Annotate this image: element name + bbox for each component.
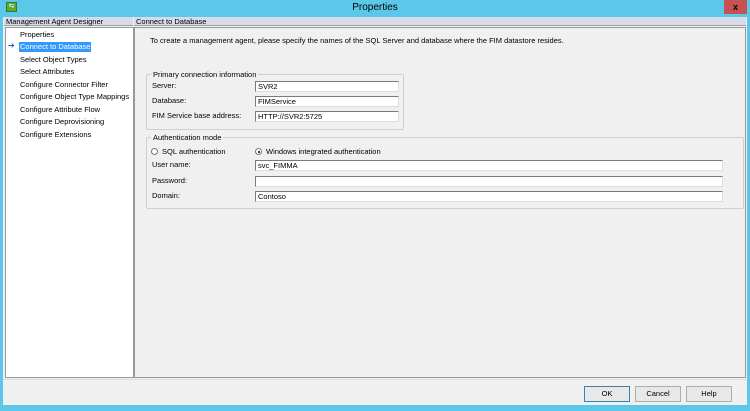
radio-selected-icon[interactable] — [255, 148, 262, 155]
help-button[interactable]: Help — [686, 386, 732, 402]
sql-authentication-radio[interactable]: SQL authentication — [151, 147, 226, 156]
nav-item-configure-attribute-flow[interactable]: Configure Attribute Flow — [19, 105, 101, 115]
user-name-label: User name: — [152, 160, 191, 169]
user-name-input[interactable]: svc_FIMMA — [255, 160, 723, 171]
database-input[interactable]: FIMService — [255, 96, 399, 107]
nav-item-configure-deprovisioning[interactable]: Configure Deprovisioning — [19, 117, 105, 127]
server-label: Server: — [152, 81, 177, 90]
authentication-mode-legend: Authentication mode — [151, 133, 224, 142]
domain-input[interactable]: Contoso — [255, 191, 723, 202]
fim-service-address-label: FIM Service base address: — [152, 111, 242, 120]
nav-item-configure-connector-filter[interactable]: Configure Connector Filter — [19, 80, 109, 90]
nav-item-configure-extensions[interactable]: Configure Extensions — [19, 130, 92, 140]
nav-item-properties[interactable]: Properties — [19, 30, 55, 40]
primary-connection-group: Primary connection information Server: S… — [146, 70, 404, 130]
title-bar: ⇆ Properties x — [0, 0, 750, 17]
intro-text: To create a management agent, please spe… — [150, 36, 564, 45]
sidebar-header: Management Agent Designer — [4, 17, 133, 26]
cancel-button[interactable]: Cancel — [635, 386, 681, 402]
primary-connection-legend: Primary connection information — [151, 70, 259, 79]
designer-nav-list: ➔ Properties Connect to Database Select … — [5, 27, 134, 378]
ok-button[interactable]: OK — [584, 386, 630, 402]
connect-to-database-pane: To create a management agent, please spe… — [134, 27, 746, 378]
nav-item-connect-to-database[interactable]: Connect to Database — [19, 42, 92, 52]
authentication-mode-group: Authentication mode SQL authentication W… — [146, 133, 744, 209]
selected-arrow-icon: ➔ — [8, 41, 15, 50]
server-input[interactable]: SVR2 — [255, 81, 399, 92]
fim-service-address-input[interactable]: HTTP://SVR2:5725 — [255, 111, 399, 122]
database-label: Database: — [152, 96, 187, 105]
dialog-body: Management Agent Designer ➔ Properties C… — [3, 17, 747, 405]
nav-item-select-object-types[interactable]: Select Object Types — [19, 55, 88, 65]
password-input[interactable] — [255, 176, 723, 187]
domain-label: Domain: — [152, 191, 180, 200]
windows-authentication-radio[interactable]: Windows integrated authentication — [255, 147, 381, 156]
button-bar: OK Cancel Help — [3, 379, 747, 405]
nav-item-select-attributes[interactable]: Select Attributes — [19, 67, 75, 77]
window-title: Properties — [352, 2, 398, 13]
page-header: Connect to Database — [134, 17, 746, 26]
windows-authentication-label: Windows integrated authentication — [266, 147, 381, 156]
nav-item-configure-object-type-mappings[interactable]: Configure Object Type Mappings — [19, 92, 130, 102]
sql-authentication-label: SQL authentication — [162, 147, 226, 156]
radio-circle-icon[interactable] — [151, 148, 158, 155]
close-button[interactable]: x — [724, 0, 747, 14]
password-label: Password: — [152, 176, 188, 185]
